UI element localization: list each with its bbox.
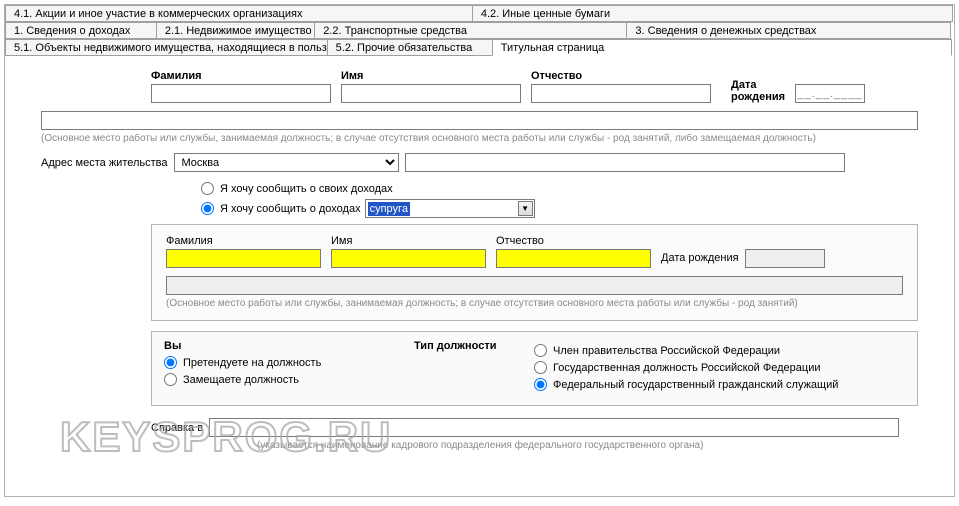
address-label: Адрес места жительства bbox=[41, 157, 168, 169]
spouse-surname-label: Фамилия bbox=[166, 235, 321, 249]
chevron-down-icon: ▼ bbox=[518, 201, 533, 216]
spouse-workplace-hint: (Основное место работы или службы, заним… bbox=[166, 298, 903, 310]
dob-input[interactable]: __.__.____ bbox=[795, 84, 865, 103]
radio-apply-position-label: Претендуете на должность bbox=[183, 357, 321, 369]
surname-input[interactable] bbox=[151, 84, 331, 103]
radio-fed-civil-label: Федеральный государственный гражданский … bbox=[553, 379, 838, 391]
tab-2-1[interactable]: 2.1. Недвижимое имущество bbox=[156, 22, 315, 39]
tab-3[interactable]: 3. Сведения о денежных средствах bbox=[626, 22, 951, 39]
position-panel: Вы Претендуете на должность Замещаете до… bbox=[151, 331, 918, 406]
spouse-name-input[interactable] bbox=[331, 249, 486, 268]
radio-gov-position-label: Государственная должность Российской Фед… bbox=[553, 362, 821, 374]
radio-relative-income-label: Я хочу сообщить о доходах bbox=[220, 203, 361, 215]
position-type-heading: Тип должности bbox=[414, 340, 514, 352]
relative-select[interactable]: супруга ▼ bbox=[365, 199, 535, 218]
spouse-name-label: Имя bbox=[331, 235, 486, 249]
tab-1[interactable]: 1. Сведения о доходах bbox=[5, 22, 157, 39]
workplace-input[interactable] bbox=[41, 111, 918, 130]
spouse-dob-label: Дата рождения bbox=[661, 252, 739, 266]
spouse-surname-input[interactable] bbox=[166, 249, 321, 268]
income-for-block: Я хочу сообщить о своих доходах Я хочу с… bbox=[201, 182, 918, 218]
dob-label-2: рождения bbox=[731, 91, 785, 103]
name-label: Имя bbox=[341, 70, 521, 84]
tab-title-page[interactable]: Титульная страница bbox=[492, 39, 952, 56]
title-page-content: Фамилия Имя Отчество Дата рождения __.__… bbox=[5, 56, 954, 458]
spravka-label: Справка в bbox=[151, 422, 203, 434]
radio-gov-position[interactable] bbox=[534, 361, 547, 374]
patronymic-input[interactable] bbox=[531, 84, 711, 103]
radio-hold-position[interactable] bbox=[164, 373, 177, 386]
radio-apply-position[interactable] bbox=[164, 356, 177, 369]
address-city-select[interactable]: Москва bbox=[174, 153, 399, 172]
tab-2-2[interactable]: 2.2. Транспортные средства bbox=[314, 22, 627, 39]
workplace-hint: (Основное место работы или службы, заним… bbox=[41, 133, 918, 145]
tab-5-1[interactable]: 5.1. Объекты недвижимого имущества, нахо… bbox=[5, 39, 328, 56]
tab-4-2[interactable]: 4.2. Иные ценные бумаги bbox=[472, 5, 953, 22]
spouse-dob-input[interactable] bbox=[745, 249, 825, 268]
name-input[interactable] bbox=[341, 84, 521, 103]
radio-gov-member[interactable] bbox=[534, 344, 547, 357]
main-frame: 4.1. Акции и иное участие в коммерческих… bbox=[4, 4, 955, 497]
radio-fed-civil[interactable] bbox=[534, 378, 547, 391]
spravka-input[interactable] bbox=[209, 418, 899, 437]
radio-hold-position-label: Замещаете должность bbox=[183, 374, 299, 386]
spouse-workplace-input[interactable] bbox=[166, 276, 903, 295]
relative-select-value: супруга bbox=[368, 202, 410, 216]
radio-own-income[interactable] bbox=[201, 182, 214, 195]
dob-label-1: Дата bbox=[731, 79, 785, 91]
surname-label: Фамилия bbox=[151, 70, 331, 84]
tabs: 4.1. Акции и иное участие в коммерческих… bbox=[5, 5, 954, 56]
spouse-panel: Фамилия Имя Отчество Дата рождения bbox=[151, 224, 918, 321]
spravka-hint: (указывается наименование кадрового подр… bbox=[257, 440, 918, 452]
you-heading: Вы bbox=[164, 340, 394, 352]
patronymic-label: Отчество bbox=[531, 70, 711, 84]
spouse-patronymic-label: Отчество bbox=[496, 235, 651, 249]
radio-relative-income[interactable] bbox=[201, 202, 214, 215]
tab-5-2[interactable]: 5.2. Прочие обязательства bbox=[327, 39, 493, 56]
radio-gov-member-label: Член правительства Российской Федерации bbox=[553, 345, 780, 357]
radio-own-income-label: Я хочу сообщить о своих доходах bbox=[220, 183, 393, 195]
address-extra-input[interactable] bbox=[405, 153, 845, 172]
tab-4-1[interactable]: 4.1. Акции и иное участие в коммерческих… bbox=[5, 5, 473, 22]
spouse-patronymic-input[interactable] bbox=[496, 249, 651, 268]
